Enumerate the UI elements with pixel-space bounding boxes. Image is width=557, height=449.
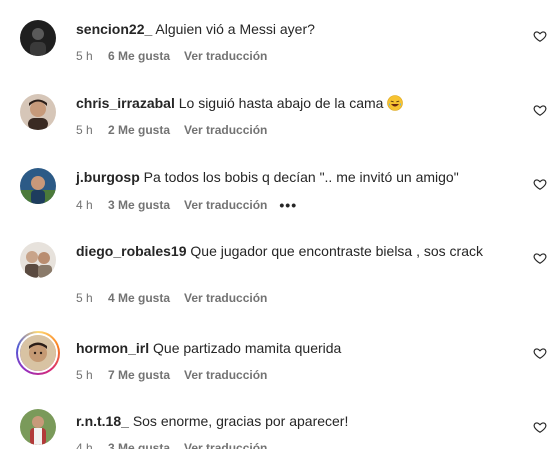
comment-text: Pa todos los bobis q decían ".. me invit… xyxy=(143,169,459,185)
translate-button[interactable]: Ver traducción xyxy=(184,123,267,137)
comment-text: Sos enorme, gracias por aparecer! xyxy=(132,413,349,429)
comment-time[interactable]: 4 h xyxy=(76,441,108,449)
heart-icon[interactable] xyxy=(533,103,547,117)
translate-button[interactable]: Ver traducción xyxy=(184,368,267,382)
translate-button[interactable]: Ver traducción xyxy=(184,441,267,449)
avatar[interactable] xyxy=(20,20,56,56)
comment-time[interactable]: 5 h xyxy=(76,49,108,63)
translate-button[interactable]: Ver traducción xyxy=(184,49,267,63)
likes-count[interactable]: 3 Me gusta xyxy=(108,441,170,449)
likes-count[interactable]: 7 Me gusta xyxy=(108,368,170,382)
comment-username[interactable]: sencion22_ xyxy=(76,21,152,37)
heart-icon[interactable] xyxy=(533,177,547,191)
heart-icon[interactable] xyxy=(533,29,547,43)
comment-username[interactable]: r.n.t.18_ xyxy=(76,413,129,429)
comment-time[interactable]: 5 h xyxy=(76,291,108,305)
comment-text: Que partizado mamita querida xyxy=(153,340,342,356)
heart-icon[interactable] xyxy=(533,251,547,265)
likes-count[interactable]: 4 Me gusta xyxy=(108,291,170,305)
avatar[interactable] xyxy=(20,242,56,278)
comment-username[interactable]: chris_irrazabal xyxy=(76,95,175,111)
comments-list: sencion22_ Alguien vió a Messi ayer? 5 h… xyxy=(0,0,557,449)
likes-count[interactable]: 2 Me gusta xyxy=(108,123,170,137)
avatar[interactable] xyxy=(20,94,56,130)
heart-icon[interactable] xyxy=(533,346,547,360)
comment-username[interactable]: j.burgosp xyxy=(76,169,140,185)
comment-username[interactable]: diego_robales19 xyxy=(76,243,187,259)
avatar[interactable] xyxy=(20,409,56,445)
comment-username[interactable]: hormon_irl xyxy=(76,340,149,356)
avatar[interactable] xyxy=(16,331,60,375)
comment-text: Lo siguió hasta abajo de la cama xyxy=(178,95,384,111)
laughing-tears-emoji-icon xyxy=(387,95,404,111)
likes-count[interactable]: 6 Me gusta xyxy=(108,49,170,63)
translate-button[interactable]: Ver traducción xyxy=(184,198,267,212)
comment-text: Alguien vió a Messi ayer? xyxy=(155,21,315,37)
translate-button[interactable]: Ver traducción xyxy=(184,291,267,305)
avatar[interactable] xyxy=(20,168,56,204)
comment-time[interactable]: 5 h xyxy=(76,368,108,382)
comment-text: Que jugador que encontraste bielsa , sos… xyxy=(190,243,484,259)
comment-time[interactable]: 5 h xyxy=(76,123,108,137)
more-options-icon[interactable]: ••• xyxy=(279,197,297,213)
heart-icon[interactable] xyxy=(533,420,547,434)
comment-time[interactable]: 4 h xyxy=(76,198,108,212)
likes-count[interactable]: 3 Me gusta xyxy=(108,198,170,212)
